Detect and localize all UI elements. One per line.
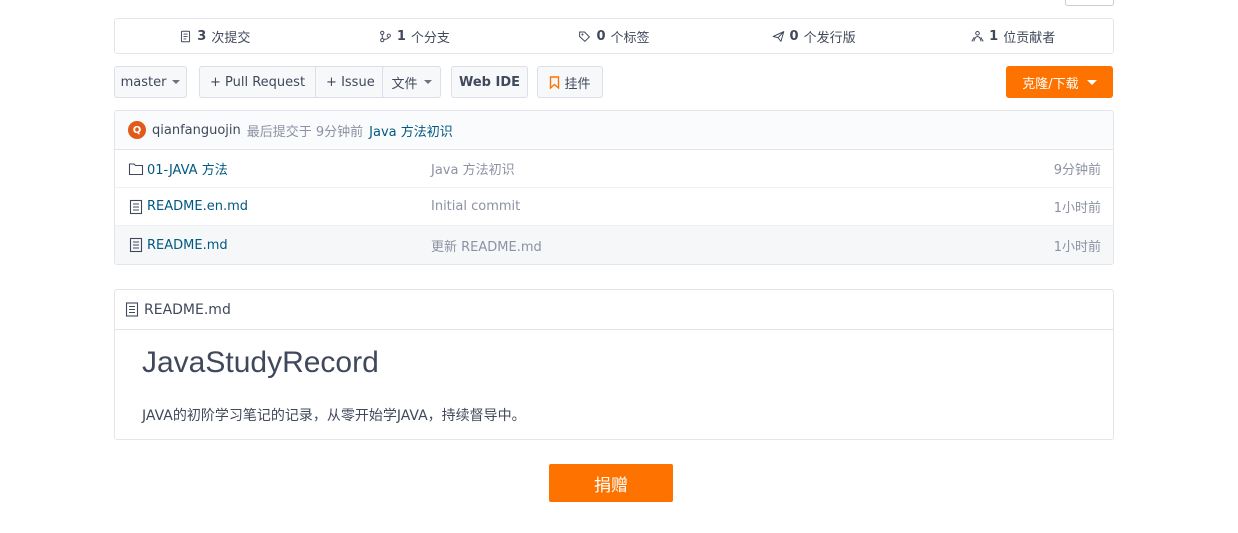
file-commit-message[interactable]: Java 方法初识 — [431, 159, 515, 178]
commits-count: 3 — [197, 28, 207, 44]
file-menu-button[interactable]: 文件 — [382, 66, 441, 98]
contributors-stat[interactable]: 1 位贡献者 — [913, 27, 1113, 46]
branches-label: 个分支 — [410, 30, 450, 46]
file-icon — [129, 237, 143, 253]
chevron-down-icon — [423, 80, 432, 84]
commit-message-link[interactable]: Java 方法初识 — [369, 121, 453, 140]
branches-stat[interactable]: 1 个分支 — [315, 27, 515, 46]
tags-label: 个标签 — [610, 30, 650, 46]
contributors-label: 位贡献者 — [1003, 30, 1056, 46]
clone-download-button[interactable]: 克隆/下载 — [1006, 66, 1113, 98]
file-commit-time: 1小时前 — [1053, 239, 1101, 255]
pr-issue-group: + Pull Request + Issue — [199, 66, 386, 98]
commits-label: 次提交 — [211, 30, 251, 46]
release-plane-icon — [772, 30, 784, 42]
file-menu-label: 文件 — [391, 76, 418, 92]
commit-author-link[interactable]: qianfanguojin — [152, 123, 241, 138]
file-name-link[interactable]: 01-JAVA 方法 — [147, 159, 228, 178]
file-icon — [129, 199, 143, 215]
branches-count: 1 — [396, 28, 406, 44]
branch-icon — [379, 30, 391, 42]
avatar[interactable]: Q — [128, 121, 146, 139]
clone-label: 克隆/下载 — [1022, 76, 1079, 92]
web-ide-button[interactable]: Web IDE — [451, 66, 528, 98]
file-name-link[interactable]: README.en.md — [147, 199, 248, 214]
contributors-icon — [971, 30, 984, 42]
file-row: README.en.md Initial commit 1小时前 — [115, 188, 1113, 226]
commits-stat[interactable]: 3 次提交 — [115, 27, 315, 46]
tag-icon — [579, 31, 591, 42]
latest-commit-bar: Q qianfanguojin 最后提交于 9分钟前 Java 方法初识 — [115, 111, 1113, 150]
releases-stat[interactable]: 0 个发行版 — [714, 27, 914, 46]
readme-panel: README.md JavaStudyRecord JAVA的初阶学习笔记的记录… — [114, 289, 1114, 440]
file-icon — [125, 302, 139, 317]
tags-stat[interactable]: 0 个标签 — [514, 27, 714, 46]
widget-button[interactable]: 挂件 — [537, 66, 603, 98]
top-partial-button[interactable] — [1065, 0, 1114, 6]
releases-count: 0 — [789, 28, 799, 44]
file-commit-message[interactable]: 更新 README.md — [431, 236, 542, 255]
bookmark-icon — [550, 75, 560, 89]
branch-select-label: master — [120, 74, 167, 90]
readme-header: README.md — [115, 290, 1113, 330]
tags-count: 0 — [596, 28, 606, 44]
donate-button[interactable]: 捐赠 — [549, 464, 673, 502]
readme-filename: README.md — [144, 301, 231, 318]
commit-file-icon — [181, 30, 191, 42]
file-row: README.md 更新 README.md 1小时前 — [115, 226, 1113, 264]
branch-select[interactable]: master — [114, 66, 187, 98]
file-row: 01-JAVA 方法 Java 方法初识 9分钟前 — [115, 150, 1113, 188]
chevron-down-icon — [1086, 79, 1097, 85]
releases-label: 个发行版 — [803, 30, 856, 46]
commit-meta: 最后提交于 9分钟前 — [246, 124, 364, 140]
file-list: Q qianfanguojin 最后提交于 9分钟前 Java 方法初识 01-… — [114, 110, 1114, 265]
repo-stats-bar: 3 次提交 1 个分支 0 个标签 0 个发行版 1 位贡献者 — [114, 18, 1114, 54]
folder-icon — [128, 163, 144, 176]
contributors-count: 1 — [989, 28, 999, 44]
readme-title: JavaStudyRecord — [142, 346, 379, 379]
file-name-link[interactable]: README.md — [147, 238, 228, 253]
widget-label: 挂件 — [564, 76, 591, 92]
readme-text: JAVA的初阶学习笔记的记录，从零开始学JAVA，持续督导中。 — [142, 408, 526, 424]
repo-toolbar: master + Pull Request + Issue 文件 Web IDE… — [114, 66, 1114, 98]
chevron-down-icon — [172, 80, 181, 84]
file-commit-message[interactable]: Initial commit — [431, 199, 520, 214]
issue-button[interactable]: + Issue — [315, 67, 385, 97]
pull-request-button[interactable]: + Pull Request — [200, 67, 315, 97]
file-commit-time: 9分钟前 — [1053, 163, 1101, 178]
file-commit-time: 1小时前 — [1053, 201, 1101, 216]
